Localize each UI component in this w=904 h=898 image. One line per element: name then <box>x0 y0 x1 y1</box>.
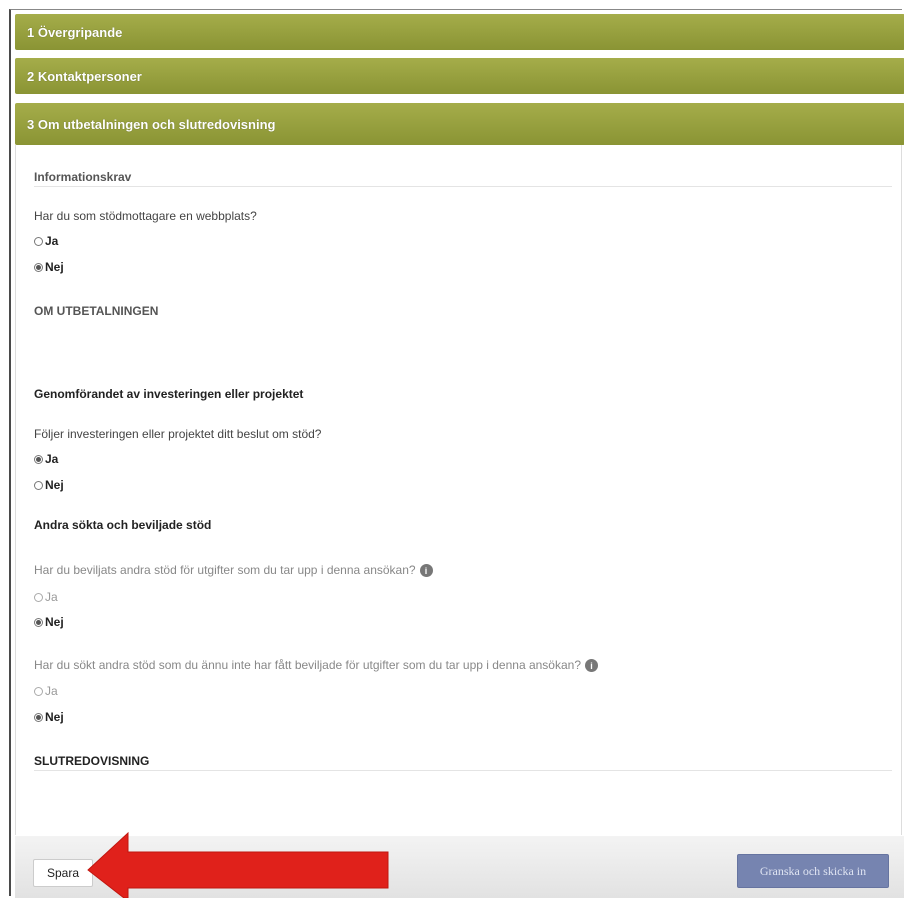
red-arrow-annotation <box>87 831 389 898</box>
arrow-shape <box>87 831 389 898</box>
